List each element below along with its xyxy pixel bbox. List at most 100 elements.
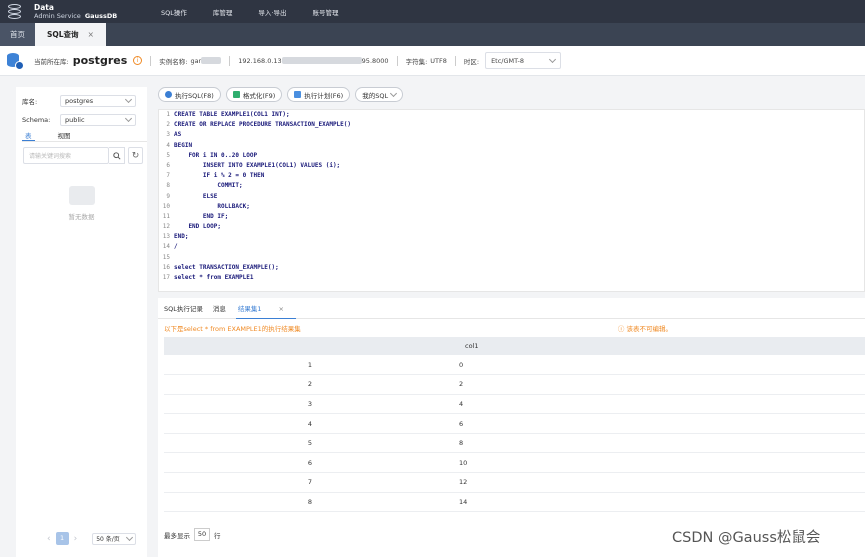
play-icon [165, 91, 172, 98]
page-size-select[interactable]: 50 条/页 [92, 532, 137, 545]
empty-state: 暂无数据 [16, 186, 147, 221]
timezone-select[interactable]: Etc/GMT-8 [485, 52, 562, 69]
sql-editor[interactable]: 1 CREATE TABLE EXAMPLE1(COL1 INT); 2 CREAT… [158, 109, 865, 292]
code-line: 10 ROLLBACK; [162, 202, 250, 210]
execute-sql-label: 执行SQL(F8) [175, 91, 214, 100]
tab-messages[interactable]: 消息 [213, 303, 226, 313]
code-line: 16 select TRANSACTION_EXAMPLE(); [162, 263, 279, 271]
code-line: 11 END IF; [162, 212, 229, 220]
code-line: 5 FOR i IN 0..20 LOOP [166, 151, 258, 159]
execute-sql-button[interactable]: 执行SQL(F8) [158, 87, 221, 102]
brand-logo[interactable]: Data Admin Service GaussDB [8, 3, 148, 20]
tab-sql-history[interactable]: SQL执行记录 [164, 303, 203, 313]
code-line: 3 AS [166, 131, 182, 139]
code-line: 15 [162, 253, 170, 261]
tab-sql-query[interactable]: SQL查询 × [35, 23, 106, 46]
table-row: 6 10 [164, 452, 865, 474]
nav-import-export[interactable]: 导入·导出 [258, 7, 286, 17]
max-rows-control: 最多显示 50 行 [164, 528, 221, 541]
format-button[interactable]: 格式化(F9) [225, 87, 283, 102]
format-label: 格式化(F9) [242, 91, 276, 100]
code-line: 12 END LOOP; [162, 223, 221, 231]
info-icon[interactable]: i [133, 56, 143, 65]
plan-icon [294, 91, 302, 98]
code-line: 17 select * from EXAMPLE1 [162, 274, 254, 281]
tab-bar: 首页 SQL查询 × [0, 23, 865, 46]
close-icon[interactable]: × [88, 30, 94, 39]
tab-tables[interactable]: 表 [22, 130, 35, 141]
nav-account-management[interactable]: 账号管理 [312, 7, 338, 17]
my-sql-dropdown[interactable]: 我的SQL [355, 87, 404, 102]
schema-select[interactable]: public [60, 113, 136, 126]
timezone-value: Etc/GMT-8 [491, 56, 524, 65]
tab-views[interactable]: 视图 [55, 130, 74, 141]
tab-home[interactable]: 首页 [0, 23, 35, 46]
table-row: 10 [164, 355, 865, 376]
max-rows-input[interactable]: 50 [194, 528, 210, 541]
pagination: ‹ 1 › 50 条/页 [42, 532, 137, 545]
redacted-instance [201, 57, 222, 64]
empty-text: 暂无数据 [68, 213, 95, 221]
code-line: 8 COMMIT; [166, 182, 243, 190]
redacted-ip [281, 57, 362, 64]
search-icon [112, 151, 121, 160]
result-table: col1 10 22 34 46 58 6 10 7 12 8 14 [164, 337, 865, 513]
timezone-label: 时区: [463, 57, 480, 66]
ip-address: 192.168.0.13 [238, 56, 282, 65]
current-db-name: postgres [72, 54, 128, 67]
instance-name: gar [190, 56, 202, 65]
refresh-icon: ↻ [131, 150, 140, 161]
instance-info-bar: 当前所在库: postgres i 实例名称: gar 192.168.0.13… [0, 46, 865, 76]
page-size-value: 50 条/页 [96, 536, 120, 543]
brand-title: Data [34, 2, 54, 12]
brand-product: GaussDB [84, 11, 118, 20]
prev-page-button[interactable]: ‹ [47, 534, 51, 544]
next-page-button[interactable]: › [74, 534, 78, 544]
brand-subtitle: Admin Service [34, 11, 81, 20]
readonly-notice: ⓘ 该表不可编辑。 [617, 325, 673, 333]
table-row: 46 [164, 413, 865, 434]
result-set-label: 结果集1 [237, 304, 262, 313]
ip-port: 95.8000 [361, 56, 389, 65]
column-header-col1[interactable]: col1 [164, 337, 865, 355]
code-line: 4 BEGIN [166, 141, 193, 149]
db-select[interactable]: postgres [60, 94, 136, 107]
search-button[interactable] [109, 147, 125, 164]
table-row: 7 12 [164, 472, 865, 493]
page-number-current[interactable]: 1 [55, 532, 69, 545]
schema-label: Schema: [22, 115, 51, 124]
table-row: 22 [164, 374, 865, 395]
readonly-text: 该表不可编辑。 [626, 325, 673, 333]
code-line: 13 END; [162, 233, 189, 241]
table-row: 58 [164, 433, 865, 454]
format-icon [232, 91, 240, 98]
schema-select-value: public [65, 115, 85, 124]
table-row: 8 14 [164, 492, 865, 513]
db-label: 库名: [22, 97, 38, 106]
nav-sql-operations[interactable]: SQL操作 [161, 7, 187, 17]
tab-sql-query-label: SQL查询 [47, 30, 79, 39]
chevron-down-icon [390, 89, 398, 97]
chevron-down-icon [124, 95, 133, 103]
sql-toolbar: 执行SQL(F8) 格式化(F9) 执行计划(F6) 我的SQL [158, 87, 408, 102]
empty-box-icon [68, 186, 95, 205]
tab-result-set-1[interactable]: 结果集1 × [235, 298, 296, 319]
chevron-down-icon [549, 55, 557, 63]
code-line: 9 ELSE [166, 192, 218, 200]
refresh-button[interactable]: ↻ [128, 147, 143, 164]
chevron-down-icon [124, 114, 133, 122]
execution-plan-label: 执行计划(F6) [304, 91, 344, 100]
database-logo-icon [8, 3, 28, 20]
close-icon[interactable]: × [279, 305, 284, 313]
object-search-input[interactable]: 请输关键词搜索 [23, 147, 109, 164]
execution-plan-button[interactable]: 执行计划(F6) [287, 87, 351, 102]
charset-label: 字符集: [405, 57, 428, 66]
watermark: CSDN @Gauss松鼠会 [672, 530, 821, 546]
code-line: 6 INSERT INTO EXAMPLE1(COL1) VALUES (i); [166, 161, 341, 169]
db-select-value: postgres [65, 96, 94, 105]
nav-db-management[interactable]: 库管理 [213, 7, 233, 17]
table-row: 34 [164, 394, 865, 415]
max-rows-unit: 行 [214, 531, 221, 540]
object-browser-panel: 库名: postgres Schema: public 表 视图 请输关键词搜索… [16, 87, 147, 557]
code-line: 1 CREATE TABLE EXAMPLE1(COL1 INT); [166, 111, 290, 118]
